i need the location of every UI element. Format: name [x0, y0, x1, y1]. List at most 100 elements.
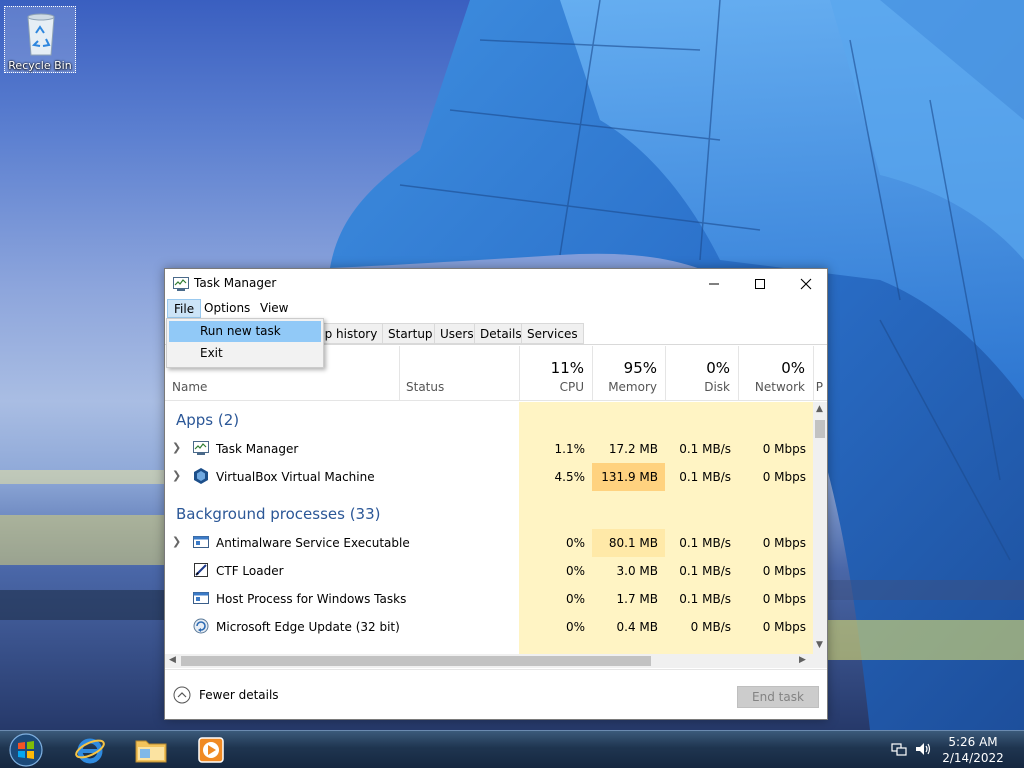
column-cpu-label: CPU [559, 380, 584, 394]
column-power[interactable]: P [813, 346, 827, 401]
menu-bar: File Options View [165, 299, 827, 319]
process-cpu: 0% [565, 536, 585, 550]
process-network: 0 Mbps [762, 470, 806, 484]
process-network: 0 Mbps [762, 564, 806, 578]
tab-startup[interactable]: Startup [382, 323, 439, 344]
column-network[interactable]: 0% Network [738, 346, 813, 401]
group-title-background: Background processes (33) [176, 505, 381, 523]
tab-details[interactable]: Details [474, 323, 528, 344]
process-memory: 80.1 MB [592, 529, 665, 557]
folder-icon [135, 740, 167, 763]
process-network: 0 Mbps [762, 592, 806, 606]
process-memory: 131.9 MB [592, 463, 665, 491]
chevron-up-circle-icon [173, 686, 191, 704]
virtualbox-icon [194, 468, 208, 484]
fewer-details-label: Fewer details [199, 688, 279, 702]
process-network: 0 Mbps [762, 620, 806, 634]
table-row[interactable]: Microsoft Edge Update (32 bit) 0% 0.4 MB… [165, 613, 813, 641]
column-network-label: Network [754, 380, 805, 394]
scroll-left-icon[interactable]: ◀ [169, 655, 176, 665]
column-memory[interactable]: 95% Memory [592, 346, 665, 401]
table-row[interactable]: ❯ Task Manager 1.1% 17.2 MB 0.1 MB/s 0 M… [165, 435, 813, 463]
close-icon [800, 278, 812, 290]
edge-update-icon [193, 618, 209, 634]
disk-total-percent: 0% [706, 359, 730, 377]
column-status[interactable]: Status [399, 346, 519, 401]
menu-item-run-new-task[interactable]: Run new task [169, 321, 321, 342]
process-disk: 0.1 MB/s [679, 564, 731, 578]
minimize-button[interactable] [691, 269, 737, 299]
column-status-label: Status [406, 380, 445, 394]
process-memory: 0.4 MB [616, 620, 658, 634]
ctf-loader-icon [194, 563, 208, 577]
cpu-total-percent: 11% [550, 359, 584, 377]
process-name: CTF Loader [216, 564, 284, 578]
vertical-scroll-thumb[interactable] [815, 420, 825, 438]
process-cpu: 0% [565, 564, 585, 578]
vertical-scrollbar[interactable]: ▲ ▼ [813, 402, 827, 654]
horizontal-scroll-thumb[interactable] [181, 656, 651, 666]
fewer-details-button[interactable]: Fewer details [173, 686, 279, 704]
column-name-label: Name [172, 380, 208, 394]
chevron-right-icon[interactable]: ❯ [172, 469, 181, 482]
process-disk: 0 MB/s [690, 620, 731, 634]
clock-time: 5:26 AM [948, 735, 998, 749]
column-disk-label: Disk [704, 380, 730, 394]
recycle-bin[interactable]: Recycle Bin [4, 6, 76, 73]
end-task-button[interactable]: End task [737, 686, 819, 708]
table-row[interactable]: ❯ Antimalware Service Executable 0% 80.1… [165, 529, 813, 557]
start-button[interactable] [6, 732, 46, 768]
volume-icon[interactable] [915, 741, 933, 757]
table-row[interactable]: Host Process for Windows Tasks 0% 1.7 MB… [165, 585, 813, 613]
table-row[interactable]: CTF Loader 0% 3.0 MB 0.1 MB/s 0 Mbps [165, 557, 813, 585]
process-memory: 3.0 MB [616, 564, 658, 578]
network-total-percent: 0% [781, 359, 805, 377]
taskbar-internet-explorer[interactable] [67, 733, 113, 767]
process-memory: 17.2 MB [608, 442, 658, 456]
process-name: Microsoft Edge Update (32 bit) [216, 620, 400, 634]
scroll-right-icon[interactable]: ▶ [799, 655, 806, 665]
process-network: 0 Mbps [762, 536, 806, 550]
process-name: Task Manager [216, 442, 299, 456]
title-bar[interactable]: Task Manager [165, 269, 827, 299]
process-disk: 0.1 MB/s [679, 536, 731, 550]
table-row[interactable]: ❯ VirtualBox Virtual Machine 4.5% 131.9 … [165, 463, 813, 491]
clock-date: 2/14/2022 [942, 751, 1004, 765]
process-name: Antimalware Service Executable [216, 536, 410, 550]
column-cpu[interactable]: 11% CPU [519, 346, 592, 401]
process-disk: 0.1 MB/s [679, 442, 731, 456]
scroll-down-icon[interactable]: ▼ [816, 640, 823, 650]
close-button[interactable] [783, 269, 829, 299]
column-disk[interactable]: 0% Disk [665, 346, 738, 401]
menu-view[interactable]: View [254, 299, 294, 318]
process-network: 0 Mbps [762, 442, 806, 456]
network-icon[interactable] [891, 741, 907, 757]
menu-options[interactable]: Options [198, 299, 256, 318]
service-window-icon [193, 592, 209, 604]
chevron-right-icon[interactable]: ❯ [172, 441, 181, 454]
taskbar: 5:26 AM 2/14/2022 [0, 730, 1024, 768]
minimize-icon [709, 283, 719, 285]
maximize-button[interactable] [737, 269, 783, 299]
taskbar-media-player[interactable] [188, 733, 234, 767]
menu-file[interactable]: File [167, 299, 202, 318]
group-header-background[interactable]: Background processes (33) [165, 500, 813, 528]
system-clock[interactable]: 5:26 AM 2/14/2022 [936, 734, 1010, 766]
tab-services[interactable]: Services [521, 323, 584, 344]
menu-item-exit[interactable]: Exit [169, 343, 321, 364]
process-disk: 0.1 MB/s [679, 592, 731, 606]
column-power-label: P [815, 380, 823, 394]
process-list: Apps (2) ❯ Task Manager 1.1% 17.2 MB 0.1… [165, 402, 813, 654]
tab-users[interactable]: Users [434, 323, 480, 344]
taskbar-file-explorer[interactable] [128, 733, 174, 767]
scroll-up-icon[interactable]: ▲ [816, 404, 823, 414]
chevron-right-icon[interactable]: ❯ [172, 535, 181, 548]
service-window-icon [193, 536, 209, 548]
window-title: Task Manager [194, 276, 277, 290]
horizontal-scrollbar[interactable]: ◀ ▶ [165, 654, 813, 668]
process-cpu: 1.1% [554, 442, 586, 456]
scrollbar-corner [813, 654, 827, 668]
recycle-bin-icon [27, 13, 55, 56]
group-header-apps[interactable]: Apps (2) [165, 406, 813, 434]
process-name: VirtualBox Virtual Machine [216, 470, 375, 484]
